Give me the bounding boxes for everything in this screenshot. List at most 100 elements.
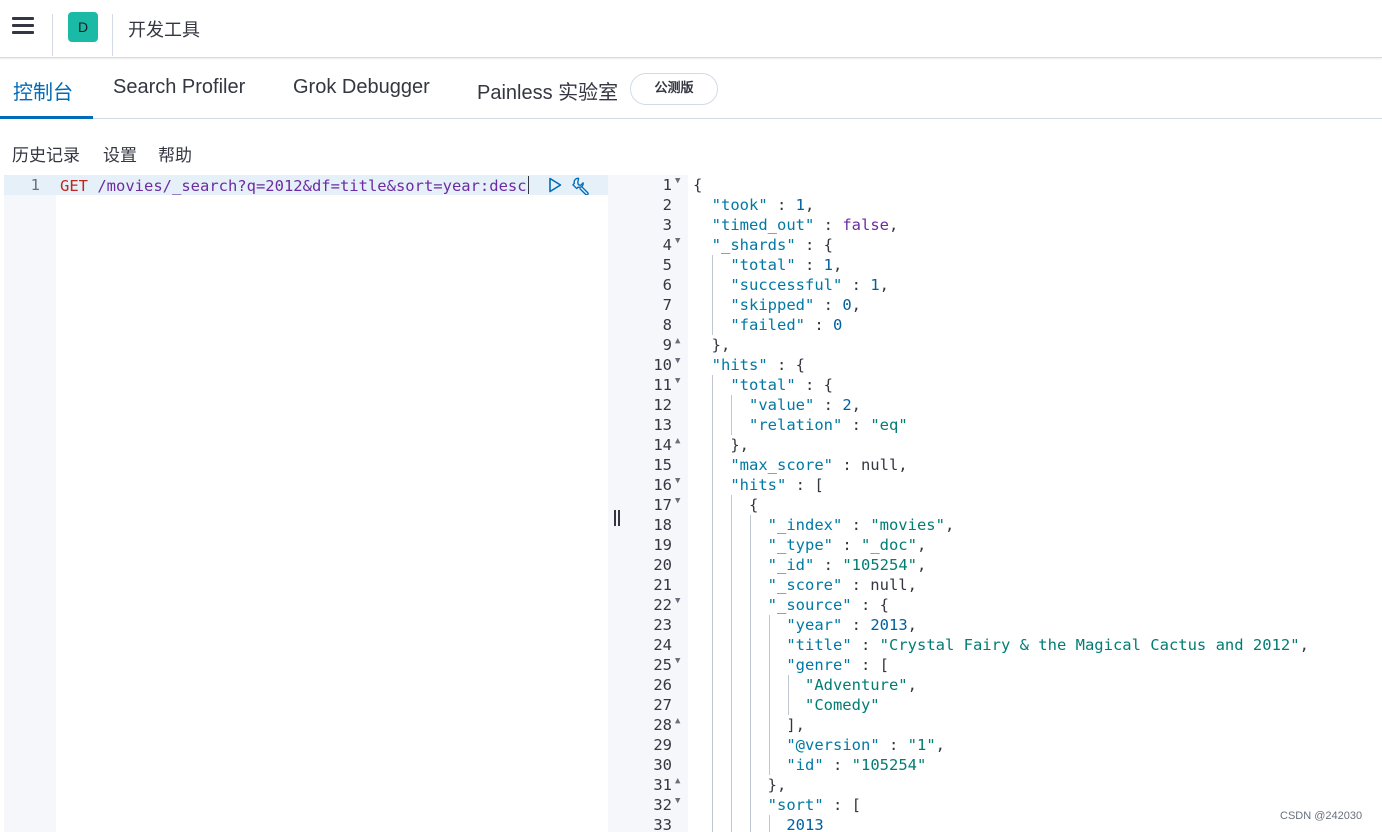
app-title: 开发工具 (128, 20, 200, 41)
response-line: 30 "id" : "105254" (626, 756, 1382, 776)
fold-expand-icon[interactable]: ▲ (675, 776, 680, 786)
line-number: 27 (653, 696, 672, 714)
line-number: 10 (653, 356, 672, 374)
response-line: 19 "_type" : "_doc", (626, 536, 1382, 556)
response-line: 33 2013 (626, 816, 1382, 832)
resize-handle[interactable] (613, 510, 621, 528)
wrench-icon[interactable] (571, 176, 591, 195)
fold-collapse-icon[interactable]: ▼ (675, 496, 680, 506)
response-line: 12 "value" : 2, (626, 396, 1382, 416)
response-code: "sort" : [ (767, 796, 861, 814)
response-code: "_index" : "movies", (767, 516, 955, 534)
space-avatar[interactable]: D (68, 12, 98, 42)
line-number: 8 (662, 316, 672, 334)
response-line: 17 ▼ { (626, 496, 1382, 516)
line-number: 11 (653, 376, 672, 394)
request-gutter (4, 175, 56, 832)
fold-collapse-icon[interactable]: ▼ (675, 476, 680, 486)
response-line: 31 ▲ }, (626, 776, 1382, 796)
line-number: 33 (653, 816, 672, 832)
response-line: 27 "Comedy" (626, 696, 1382, 716)
response-code: "failed" : 0 (730, 316, 843, 334)
response-line: 22 ▼ "_source" : { (626, 596, 1382, 616)
text-cursor (527, 176, 530, 194)
response-code: 2013 (786, 816, 824, 832)
line-number: 4 (662, 236, 672, 254)
response-line: 25 ▼ "genre" : [ (626, 656, 1382, 676)
fold-collapse-icon[interactable]: ▼ (675, 356, 680, 366)
fold-collapse-icon[interactable]: ▼ (675, 656, 680, 666)
history-link[interactable]: 历史记录 (12, 141, 80, 166)
line-number: 25 (653, 656, 672, 674)
response-line: 32 ▼ "sort" : [ (626, 796, 1382, 816)
response-line: 10 ▼ "hits" : { (626, 356, 1382, 376)
hamburger-menu-icon[interactable] (12, 17, 34, 37)
response-line: 11 ▼ "total" : { (626, 376, 1382, 396)
response-line: 6 "successful" : 1, (626, 276, 1382, 296)
response-code: "_shards" : { (711, 236, 833, 254)
play-icon[interactable] (547, 177, 563, 193)
fold-collapse-icon[interactable]: ▼ (675, 596, 680, 606)
response-line: 3 "timed_out" : false, (626, 216, 1382, 236)
tab-grok-debugger[interactable]: Grok Debugger (293, 76, 430, 99)
response-line: 14 ▲ }, (626, 436, 1382, 456)
line-number: 13 (653, 416, 672, 434)
response-code: "value" : 2, (749, 396, 862, 414)
response-code: { (693, 496, 759, 514)
response-code: "max_score" : null, (730, 456, 908, 474)
line-number: 26 (653, 676, 672, 694)
header-divider (52, 14, 53, 56)
response-viewer[interactable]: 1 ▼{2 "took" : 1, 3 "timed_out" : false, 4 ▼… (626, 175, 1382, 832)
line-number: 14 (653, 436, 672, 454)
response-line: 8 "failed" : 0 (626, 316, 1382, 336)
line-number: 28 (653, 716, 672, 734)
request-line[interactable]: GET /movies/_search?q=2012&df=title&sort… (60, 176, 530, 195)
response-code: "skipped" : 0, (730, 296, 862, 314)
response-line: 5 "total" : 1, (626, 256, 1382, 276)
fold-expand-icon[interactable]: ▲ (675, 716, 680, 726)
line-number: 24 (653, 636, 672, 654)
response-code: "relation" : "eq" (749, 416, 908, 434)
response-code: "Comedy" (804, 696, 880, 714)
line-number: 5 (662, 256, 672, 274)
response-code: "_id" : "105254", (767, 556, 927, 574)
fold-expand-icon[interactable]: ▲ (675, 436, 680, 446)
response-code: { (693, 176, 703, 194)
fold-collapse-icon[interactable]: ▼ (675, 796, 680, 806)
response-line: 24 "title" : "Crystal Fairy & the Magica… (626, 636, 1382, 656)
response-line: 21 "_score" : null, (626, 576, 1382, 596)
help-link[interactable]: 帮助 (158, 141, 192, 166)
line-number: 18 (653, 516, 672, 534)
fold-collapse-icon[interactable]: ▼ (675, 376, 680, 386)
request-method: GET (60, 177, 88, 195)
fold-collapse-icon[interactable]: ▼ (675, 176, 680, 186)
watermark: CSDN @242030 (1280, 810, 1363, 822)
request-editor[interactable]: 1 GET /movies/_search?q=2012&df=title&so… (4, 175, 608, 832)
tab-search-profiler[interactable]: Search Profiler (113, 76, 245, 99)
response-code: "hits" : [ (730, 476, 824, 494)
line-number: 9 (662, 336, 672, 354)
tab-painless-lab[interactable]: Painless 实验室 (477, 76, 618, 105)
line-number: 30 (653, 756, 672, 774)
response-line: 2 "took" : 1, (626, 196, 1382, 216)
response-code: "total" : 1, (730, 256, 843, 274)
response-line: 9 ▲ }, (626, 336, 1382, 356)
line-number: 1 (30, 176, 40, 194)
response-line: 1 ▼ { (626, 176, 1382, 196)
line-number: 2 (662, 196, 672, 214)
active-tab-indicator (0, 116, 93, 119)
tab-console[interactable]: 控制台 (13, 76, 73, 105)
top-header: D 开发工具 (0, 0, 1382, 58)
fold-expand-icon[interactable]: ▲ (675, 336, 680, 346)
line-number: 31 (653, 776, 672, 794)
line-number: 32 (653, 796, 672, 814)
settings-link[interactable]: 设置 (103, 141, 137, 166)
response-code: }, (693, 436, 749, 454)
line-number: 15 (653, 456, 672, 474)
fold-collapse-icon[interactable]: ▼ (675, 236, 680, 246)
response-line: 15 "max_score" : null, (626, 456, 1382, 476)
response-code: "timed_out" : false, (711, 216, 899, 234)
line-number: 17 (653, 496, 672, 514)
response-line: 7 "skipped" : 0, (626, 296, 1382, 316)
response-code: "id" : "105254" (786, 756, 927, 774)
